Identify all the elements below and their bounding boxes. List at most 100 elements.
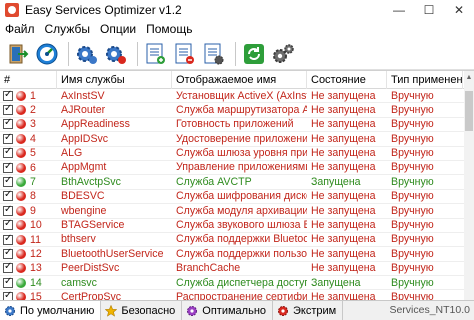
startup-type-cell: Вручную [391,276,434,289]
exit-icon [9,44,29,63]
row-number-cell: 6 [0,160,57,174]
row-number: 12 [30,247,42,260]
row-checkbox[interactable] [3,117,13,130]
service-name-cell: BDESVC [61,190,105,203]
speed-icon [36,43,58,64]
minimize-button[interactable]: — [384,0,414,20]
table-row[interactable]: 7 BthAvctpSvc Служба AVCTP Запущена Вручную [0,175,464,190]
speed-button[interactable] [34,41,60,67]
row-checkbox[interactable] [3,189,13,202]
table-row[interactable]: 4 AppIDSvc Удостоверение приложения Не запу… [0,132,464,147]
header-number[interactable]: # [0,71,57,89]
row-checkbox[interactable] [3,276,13,289]
table-row[interactable]: 9 wbengine Служба модуля архивации на... Не… [0,204,464,219]
tab-default[interactable]: По умолчанию [0,301,102,320]
vertical-scrollbar[interactable]: ▲ [464,71,474,300]
display-name-cell: Служба AVCTP [176,175,252,188]
table-row[interactable]: 11 bthserv Служба поддержки Bluetooth Не за… [0,232,464,248]
table-row[interactable]: 15 CertPropSvc Распространение сертификата… [0,290,464,300]
table-row[interactable]: 6 AppMgmt Управление приложениями Не запуще… [0,160,464,176]
startup-type-cell: Вручную [391,190,434,203]
row-number: 11 [30,233,41,246]
table-row[interactable]: 10 BTAGService Служба звукового шлюза Blue… [0,218,464,233]
row-checkbox[interactable] [3,103,13,116]
state-cell: Не запущена [311,233,376,246]
row-number: 5 [30,147,36,160]
display-name-cell: Служба маршрутизатора AllJ... [176,103,307,116]
status-stopped-icon [16,133,26,144]
row-checkbox[interactable] [3,204,13,217]
table-row[interactable]: 12 BluetoothUserService Служба поддержки п… [0,247,464,262]
service-name-cell: BluetoothUserService [61,247,164,260]
tab-label: По умолчанию [20,304,95,317]
scroll-up-icon[interactable]: ▲ [464,71,474,83]
row-checkbox[interactable] [3,261,13,274]
table-row[interactable]: 3 AppReadiness Готовность приложений Не зап… [0,117,464,133]
tab-optimal[interactable]: Оптимально [182,301,274,320]
header-startup-type[interactable]: Тип применения [387,71,463,89]
tab-extreme[interactable]: Экстрим [273,301,344,320]
status-stopped-icon [16,90,26,101]
menu-options[interactable]: Опции [95,22,141,36]
startup-type-cell: Вручную [391,161,434,174]
row-number: 15 [30,291,42,300]
table-row[interactable]: 8 BDESVC Служба шифрования дисков B... Не з… [0,189,464,205]
row-checkbox[interactable] [3,132,13,145]
services-stop-button[interactable] [103,41,129,67]
scroll-thumb[interactable] [465,91,473,131]
delete-list-button[interactable] [172,41,198,67]
header-state[interactable]: Состояние [307,71,387,89]
row-number: 7 [30,176,36,189]
display-name-cell: Служба диспетчера доступа ... [176,276,307,289]
menu-services[interactable]: Службы [40,22,95,36]
row-checkbox[interactable] [3,290,13,300]
display-name-cell: Служба поддержки Bluetooth [176,233,307,246]
row-number: 1 [30,89,36,102]
table-row[interactable]: 5 ALG Служба шлюза уровня прилож... Не запу… [0,146,464,161]
maximize-button[interactable]: ☐ [414,0,444,20]
state-cell: Не запущена [311,219,376,232]
display-name-cell: Служба шифрования дисков B... [176,190,307,203]
table-row[interactable]: 13 PeerDistSvc BranchCache Не запущена Вручн… [0,261,464,277]
menu-help[interactable]: Помощь [141,22,197,36]
row-number-cell: 8 [0,189,57,203]
tab-safe[interactable]: Безопасно [101,301,183,320]
state-cell: Не запущена [311,190,376,203]
row-number-cell: 14 [0,276,57,290]
close-button[interactable]: ✕ [444,0,474,20]
row-number-cell: 2 [0,103,57,117]
menu-file[interactable]: Файл [0,22,40,36]
row-checkbox[interactable] [3,160,13,174]
row-checkbox[interactable] [3,218,13,231]
services-settings-button[interactable] [74,41,100,67]
settings-button[interactable] [270,41,296,67]
table-row[interactable]: 2 AJRouter Служба маршрутизатора AllJ... Не… [0,103,464,118]
row-number: 8 [30,190,36,203]
service-name-cell: bthserv [61,233,96,246]
profile-tabs: По умолчанию Безопасно Оптимально Экстри… [0,300,474,320]
service-name-cell: AJRouter [61,103,106,116]
export-list-button[interactable] [143,41,169,67]
list-settings-button[interactable] [201,41,227,67]
service-name-cell: camsvc [61,276,97,289]
startup-type-cell: Вручную [391,219,434,232]
row-number-cell: 3 [0,117,57,131]
row-checkbox[interactable] [3,232,13,246]
status-stopped-icon [16,248,26,259]
header-display-name[interactable]: Отображаемое имя [172,71,307,89]
header-service-name[interactable]: Имя службы [57,71,172,89]
row-checkbox[interactable] [3,247,13,260]
row-checkbox[interactable] [3,146,13,159]
startup-type-cell: Вручную [391,147,434,160]
table-row[interactable]: 1 AxInstSV Установщик ActiveX (AxInstSV) Не… [0,89,464,104]
exit-button[interactable] [5,41,31,67]
status-stopped-icon [16,162,26,173]
refresh-button[interactable] [241,41,267,67]
display-name-cell: BranchCache [176,262,241,275]
state-cell: Не запущена [311,290,376,300]
row-number-cell: 11 [0,232,57,246]
table-row[interactable]: 14 camsvc Служба диспетчера доступа ... Зап… [0,276,464,291]
display-name-cell: Распространение сертификата [176,290,307,300]
row-checkbox[interactable] [3,175,13,188]
row-checkbox[interactable] [3,89,13,102]
